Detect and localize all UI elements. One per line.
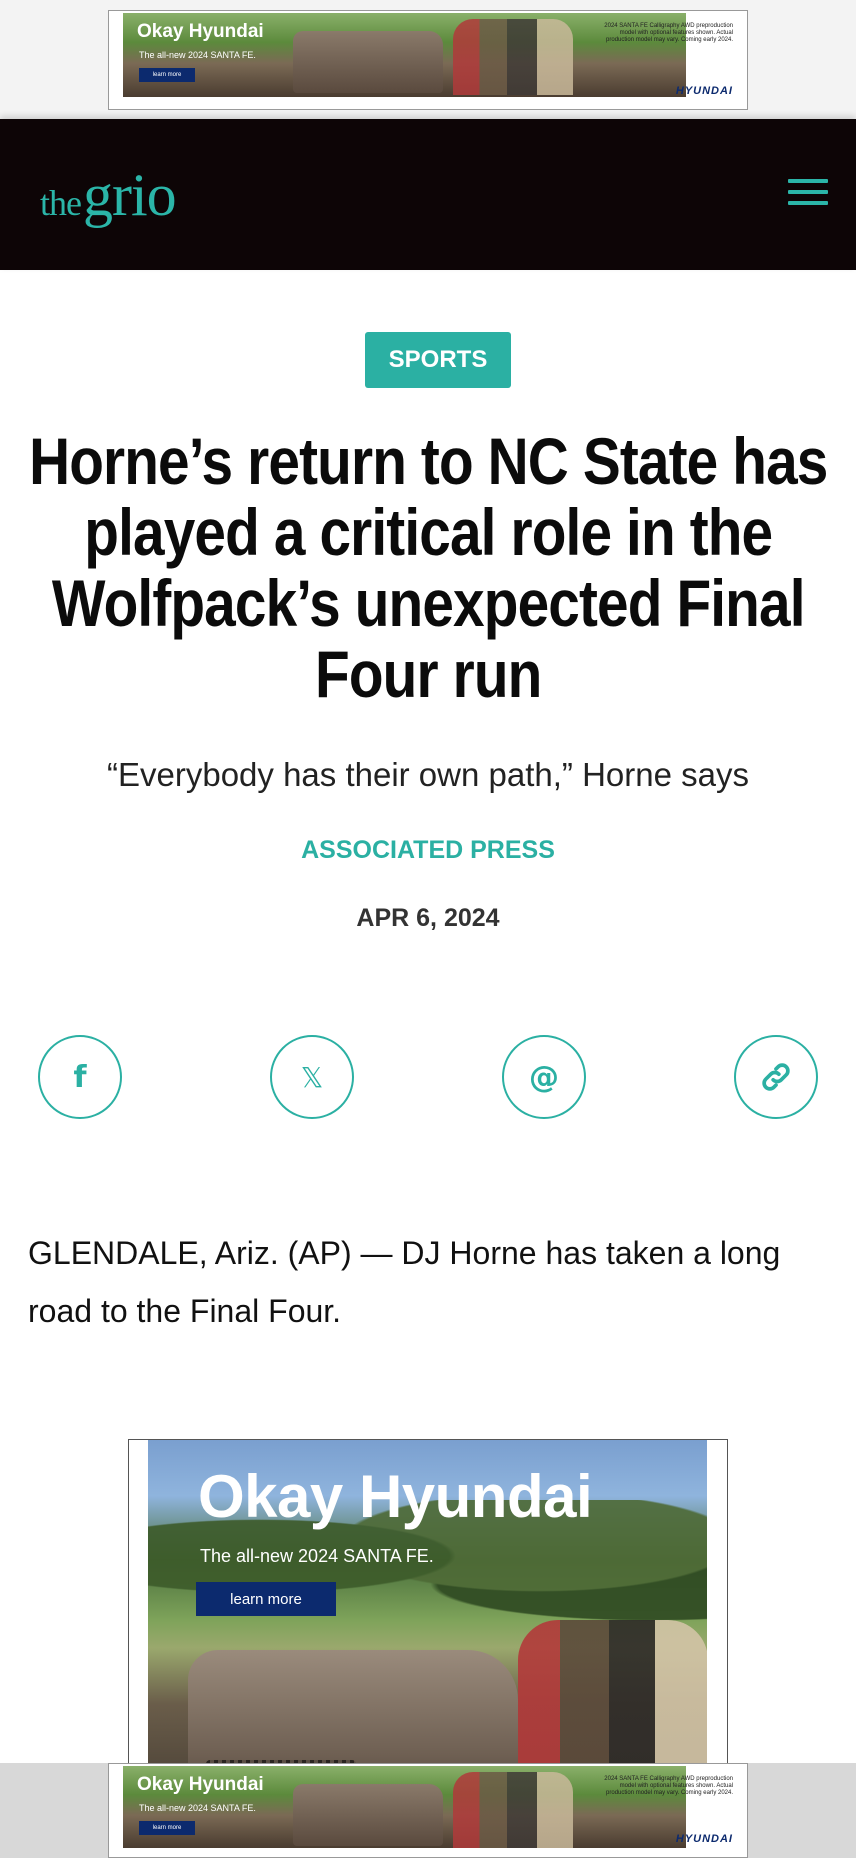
ad-car-image <box>293 31 443 93</box>
ad-people-image <box>453 1772 573 1848</box>
hamburger-line <box>788 190 828 194</box>
share-facebook-button[interactable]: f <box>38 1035 122 1119</box>
hamburger-line <box>788 179 828 183</box>
ad-learn-more-button[interactable]: learn more <box>196 1582 336 1616</box>
hamburger-icon[interactable] <box>788 179 828 205</box>
article-subhead: “Everybody has their own path,” Horne sa… <box>107 756 749 793</box>
share-x-button[interactable]: 𝕏 <box>270 1035 354 1119</box>
copy-link-button[interactable] <box>734 1035 818 1119</box>
ad-disclaimer: 2024 SANTA FE Calligraphy AWD preproduct… <box>604 1776 733 1796</box>
site-header: the grio <box>0 119 856 270</box>
share-email-button[interactable]: @ <box>502 1035 586 1119</box>
ad-brand: Okay Hyundai <box>137 21 264 42</box>
top-ad-banner[interactable]: Okay Hyundai The all-new 2024 SANTA FE. … <box>108 10 748 110</box>
ad-brand: Okay Hyundai <box>137 1774 264 1795</box>
email-icon: @ <box>529 1059 559 1095</box>
article-headline: Horne’s return to NC State has played a … <box>20 426 836 710</box>
ad-people-image <box>453 19 573 95</box>
sticky-bottom-ad-strip: Okay Hyundai The all-new 2024 SANTA FE. … <box>0 1763 856 1858</box>
ad-tagline: The all-new 2024 SANTA FE. <box>139 50 256 60</box>
hyundai-logo: HYUNDAI <box>675 85 733 97</box>
logo-the: the <box>40 183 82 223</box>
article-date: APR 6, 2024 <box>356 904 500 932</box>
ad-disclaimer: 2024 SANTA FE Calligraphy AWD preproduct… <box>604 23 733 43</box>
x-icon: 𝕏 <box>300 1060 324 1094</box>
facebook-icon: f <box>73 1059 87 1095</box>
hamburger-line <box>788 201 828 205</box>
hyundai-logo: HYUNDAI <box>675 1833 733 1845</box>
share-buttons: f 𝕏 @ <box>0 1035 856 1119</box>
article-body-paragraph: GLENDALE, Ariz. (AP) — DJ Horne has take… <box>28 1235 781 1329</box>
logo-grio: grio <box>82 162 177 228</box>
ad-learn-more-button[interactable]: learn more <box>139 68 195 82</box>
link-icon <box>762 1063 790 1091</box>
category-badge[interactable]: SPORTS <box>365 332 511 388</box>
ad-learn-more-button[interactable]: learn more <box>139 1821 195 1835</box>
headline-text: Horne’s return to NC State has played a … <box>28 424 828 711</box>
sticky-ad-banner[interactable]: Okay Hyundai The all-new 2024 SANTA FE. … <box>108 1763 748 1858</box>
ad-brand: Okay Hyundai <box>198 1463 593 1530</box>
ad-tagline: The all-new 2024 SANTA FE. <box>200 1546 434 1566</box>
thegrio-logo[interactable]: the grio <box>40 161 177 230</box>
ad-car-image <box>293 1784 443 1846</box>
top-ad-strip: Okay Hyundai The all-new 2024 SANTA FE. … <box>0 0 856 119</box>
ad-tagline: The all-new 2024 SANTA FE. <box>139 1803 256 1813</box>
article-author[interactable]: ASSOCIATED PRESS <box>0 836 856 865</box>
